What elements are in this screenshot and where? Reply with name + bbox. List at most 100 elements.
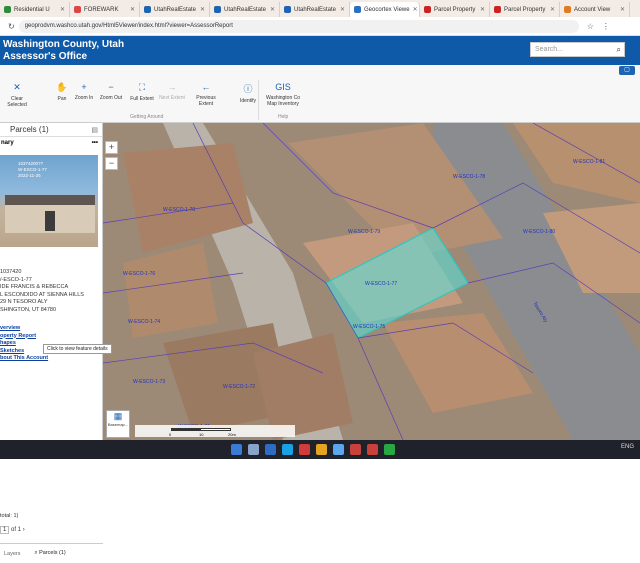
app-title-line2: Assessor's Office bbox=[3, 51, 88, 62]
browser-tab[interactable]: Parcel Property ✕ bbox=[490, 2, 560, 17]
map-zoom-in-button[interactable]: + bbox=[105, 141, 118, 154]
taskbar-app-icon[interactable] bbox=[333, 444, 344, 455]
parcel-link[interactable]: operty Report bbox=[0, 333, 48, 341]
taskbar-app-icon[interactable] bbox=[384, 444, 395, 455]
next-page-icon[interactable]: › bbox=[23, 527, 25, 533]
scale-label-10: 10 bbox=[199, 432, 204, 437]
toolbar-toggle-button[interactable]: ▢ bbox=[619, 66, 635, 75]
tab-parcels[interactable]: ⌕ Parcels (1) bbox=[35, 550, 66, 557]
tab-label: UtahRealEstate bbox=[154, 6, 197, 13]
parcel-label: W-ESCO-1-75 bbox=[353, 324, 385, 330]
taskbar-app-icon[interactable] bbox=[367, 444, 378, 455]
browser-tab[interactable]: UtahRealEstate ✕ bbox=[210, 2, 280, 17]
browser-tab[interactable]: Geocortex Viewe ✕ bbox=[350, 2, 420, 17]
taskbar-app-icon[interactable] bbox=[231, 444, 242, 455]
ribbon-button-label: Clear Selected bbox=[7, 96, 27, 108]
parcel-link[interactable]: Sketches bbox=[0, 348, 48, 356]
browser-tab[interactable]: UtahRealEstate ✕ bbox=[140, 2, 210, 17]
search-placeholder: Search... bbox=[535, 46, 564, 53]
ribbon-button-label: Full Extent bbox=[130, 96, 154, 102]
tab-close-icon[interactable]: ✕ bbox=[413, 6, 418, 13]
tab-label: UtahRealEstate bbox=[224, 6, 267, 13]
app-header: Washington County, Utah Assessor's Offic… bbox=[0, 36, 640, 65]
zoom-in-button[interactable]: + Zoom In bbox=[70, 82, 98, 101]
more-options-icon[interactable]: ••• bbox=[92, 140, 98, 146]
tab-close-icon[interactable]: ✕ bbox=[620, 6, 625, 13]
tab-label: Parcel Property bbox=[434, 6, 476, 13]
taskbar-app-icon[interactable] bbox=[265, 444, 276, 455]
os-taskbar: ENG bbox=[0, 440, 640, 459]
taskbar-app-icon[interactable] bbox=[316, 444, 327, 455]
browser-tab[interactable]: UtahRealEstate ✕ bbox=[280, 2, 350, 17]
ribbon-button-label: Washington Co Map Inventory bbox=[266, 95, 300, 107]
taskbar-app-icon[interactable] bbox=[248, 444, 259, 455]
tab-close-icon[interactable]: ✕ bbox=[480, 6, 485, 13]
reload-icon[interactable]: ↻ bbox=[8, 22, 15, 31]
star-icon[interactable]: ☆ bbox=[587, 22, 594, 31]
zoom-out-icon: − bbox=[108, 82, 114, 92]
tab-close-icon[interactable]: ✕ bbox=[60, 6, 65, 13]
taskbar-app-icon[interactable] bbox=[299, 444, 310, 455]
next-extent-icon: → bbox=[167, 82, 177, 92]
ribbon-button-label: Identify bbox=[239, 98, 257, 104]
tab-close-icon[interactable]: ✕ bbox=[200, 6, 205, 13]
system-tray: ENG bbox=[620, 444, 634, 450]
property-photo[interactable]: 10374200?? W-ESCO-1-77 2022-11-25 bbox=[0, 155, 98, 247]
tab-layers[interactable]: Layers bbox=[4, 551, 21, 557]
results-total: total: 1) bbox=[0, 513, 19, 519]
summary-label: nary bbox=[1, 140, 14, 146]
tab-label: Account View bbox=[574, 6, 611, 13]
parcel-label: W-ESCO-1-74 bbox=[128, 319, 160, 325]
search-icon[interactable]: ⌕ bbox=[617, 45, 621, 55]
ribbon-button-label: Pan bbox=[57, 96, 67, 102]
results-pager[interactable]: 1 of 1 › bbox=[0, 526, 25, 534]
basemap-button[interactable]: ▦ Basemap... bbox=[106, 410, 130, 438]
parcel-label: W-ESCO-1-80 bbox=[523, 229, 555, 235]
extensions-icon[interactable]: ⋮ bbox=[602, 22, 610, 31]
parcel-info-line: IDE FRANCIS & REBECCA bbox=[0, 284, 69, 290]
zoom-in-icon: + bbox=[81, 82, 87, 92]
parcel-label: W-ESCO-1-78 bbox=[453, 174, 485, 180]
tab-close-icon[interactable]: ✕ bbox=[270, 6, 275, 13]
tab-favicon-icon bbox=[564, 6, 571, 13]
full-extent-button[interactable]: ⛶ Full Extent bbox=[128, 82, 156, 102]
browser-tab[interactable]: FOREWARK ✕ bbox=[70, 2, 140, 17]
parcel-info-line: SHINGTON, UT 84780 bbox=[0, 306, 57, 313]
taskbar-app-icon[interactable] bbox=[350, 444, 361, 455]
ribbon-button-label: Previous Extent bbox=[196, 95, 216, 107]
tab-close-icon[interactable]: ✕ bbox=[550, 6, 555, 13]
photo-caption-date: 2022-11-25 bbox=[18, 173, 41, 178]
browser-tab[interactable]: Parcel Property ✕ bbox=[420, 2, 490, 17]
tab-favicon-icon bbox=[494, 6, 501, 13]
tab-label: Residential U bbox=[14, 6, 50, 13]
url-field[interactable]: geoprodvm.washco.utah.gov/Html5Viewer/in… bbox=[18, 19, 579, 33]
parcel-info-line: L ESCONDIDO AT SIENNA HILLS bbox=[0, 291, 84, 298]
parcel-info: 1037420/-ESCO-1-77 IDE FRANCIS & REBECCA L… bbox=[0, 269, 100, 314]
previous-extent-button[interactable]: ← Previous Extent bbox=[192, 82, 220, 107]
tab-label: Geocortex Viewe bbox=[364, 6, 410, 13]
summary-row: nary ••• bbox=[0, 137, 102, 149]
next-extent-button[interactable]: → Next Extent bbox=[158, 82, 186, 101]
ribbon-button-label: Next Extent bbox=[159, 95, 185, 101]
tab-close-icon[interactable]: ✕ bbox=[130, 6, 135, 13]
tab-close-icon[interactable]: ✕ bbox=[340, 6, 345, 13]
full-extent-icon: ⛶ bbox=[138, 82, 146, 92]
map-view[interactable]: W-ESCO-1-70 W-ESCO-1-76 W-ESCO-1-77 W-ESCO-… bbox=[103, 123, 640, 440]
tab-label: UtahRealEstate bbox=[294, 6, 337, 13]
panel-options-icon[interactable]: ▤ bbox=[91, 126, 98, 134]
browser-tab-strip: Residential U ✕ FOREWARK ✕ UtahRealEstate ✕ Ut… bbox=[0, 0, 640, 17]
aerial-map[interactable]: W-ESCO-1-70 W-ESCO-1-76 W-ESCO-1-77 W-ESCO-… bbox=[103, 123, 640, 440]
washington-co-map-inventory-button[interactable]: GIS Washington Co Map Inventory bbox=[264, 82, 302, 107]
browser-tab[interactable]: Account View ✕ bbox=[560, 2, 630, 17]
search-input[interactable]: Search... ⌕ bbox=[530, 42, 625, 57]
photo-caption: 10374200?? W-ESCO-1-77 2022-11-25 bbox=[18, 161, 47, 179]
parcel-link[interactable]: hapes bbox=[0, 340, 48, 348]
parcel-link[interactable]: bout This Account bbox=[0, 355, 48, 363]
browser-tab[interactable]: Residential U ✕ bbox=[0, 2, 70, 17]
map-zoom-out-button[interactable]: − bbox=[105, 157, 118, 170]
parcel-link[interactable]: verview bbox=[0, 325, 48, 333]
taskbar-app-icon[interactable] bbox=[282, 444, 293, 455]
clear-selected-button[interactable]: ✕ Clear Selected bbox=[3, 82, 31, 108]
page-number-box[interactable]: 1 bbox=[0, 526, 10, 534]
zoom-out-button[interactable]: − Zoom Out bbox=[97, 82, 125, 101]
